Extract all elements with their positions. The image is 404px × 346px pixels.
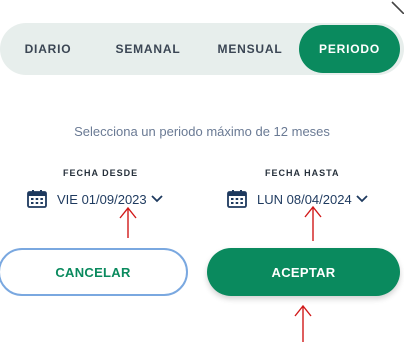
annotation-arrow	[294, 304, 312, 342]
chevron-down-icon	[356, 195, 368, 203]
accept-button[interactable]: ACEPTAR	[207, 248, 400, 296]
period-hint: Selecciona un periodo máximo de 12 meses	[74, 124, 330, 139]
calendar-icon	[227, 190, 247, 208]
tab-diario[interactable]: DIARIO	[0, 23, 96, 75]
to-date-label: FECHA HASTA	[265, 168, 340, 178]
tab-periodo[interactable]: PERIODO	[299, 25, 400, 73]
tab-mensual[interactable]: MENSUAL	[200, 23, 300, 75]
annotation-arrow	[119, 206, 137, 238]
close-icon[interactable]	[390, 0, 404, 14]
chevron-down-icon	[151, 195, 163, 203]
calendar-icon	[27, 190, 47, 208]
period-tabs: DIARIO SEMANAL MENSUAL PERIODO	[0, 23, 404, 75]
from-date-label: FECHA DESDE	[63, 168, 139, 178]
from-date-picker[interactable]: VIE 01/09/2023	[27, 188, 163, 210]
to-date-picker[interactable]: LUN 08/04/2024	[227, 188, 368, 210]
annotation-arrow	[304, 205, 322, 241]
cancel-button[interactable]: CANCELAR	[0, 248, 188, 296]
tab-semanal[interactable]: SEMANAL	[96, 23, 200, 75]
